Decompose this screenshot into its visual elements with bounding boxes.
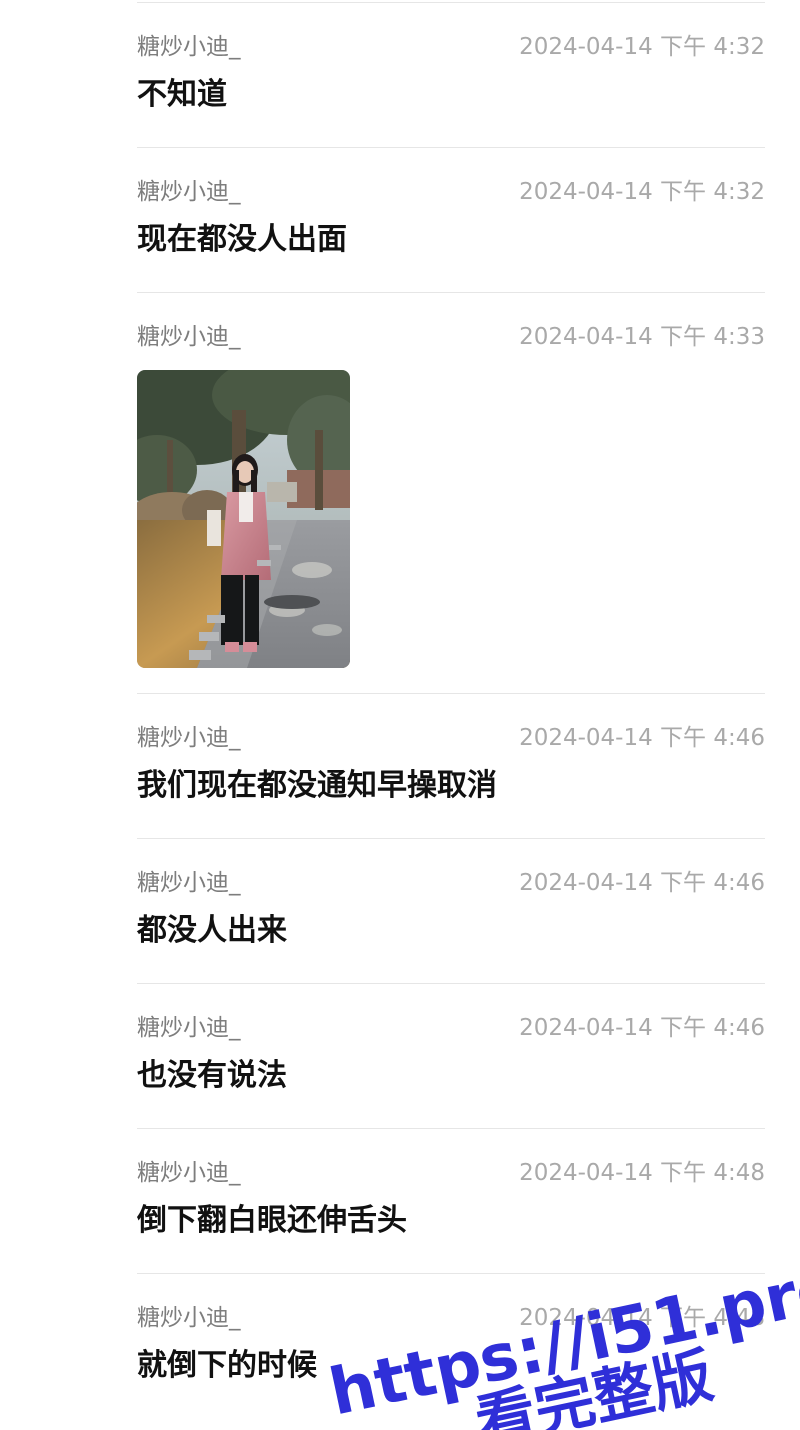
divider — [137, 2, 765, 3]
chat-message-list: 糖炒小迪_ 2024-04-14 下午 4:32 不知道 糖炒小迪_ 2024-… — [0, 0, 800, 1430]
message-timestamp: 2024-04-14 下午 4:46 — [519, 725, 765, 751]
divider — [137, 1273, 765, 1274]
message-item[interactable]: 糖炒小迪_ 2024-04-14 下午 4:46 都没人出来 — [137, 868, 765, 958]
message-text: 现在都没人出面 — [137, 222, 347, 257]
divider — [137, 1128, 765, 1129]
message-timestamp: 2024-04-14 下午 4:48 — [519, 1160, 765, 1186]
sender-name[interactable]: 糖炒小迪_ — [137, 868, 241, 898]
divider — [137, 838, 765, 839]
sender-name[interactable]: 糖炒小迪_ — [137, 1013, 241, 1043]
message-item[interactable]: 糖炒小迪_ 2024-04-14 下午 4:46 我们现在都没通知早操取消 — [137, 723, 765, 813]
message-item[interactable]: 糖炒小迪_ 2024-04-14 下午 4:48 倒下翻白眼还伸舌头 — [137, 1158, 765, 1248]
message-timestamp: 2024-04-14 下午 4:32 — [519, 34, 765, 60]
message-item[interactable]: 糖炒小迪_ 2024-04-14 下午 4:46 也没有说法 — [137, 1013, 765, 1103]
photo-woman-pink-coat-park — [137, 370, 350, 668]
message-timestamp: 2024-04-14 下午 4:32 — [519, 179, 765, 205]
message-text: 我们现在都没通知早操取消 — [137, 768, 497, 803]
message-item[interactable]: 糖炒小迪_ 2024-04-14 下午 4:32 不知道 — [137, 32, 765, 122]
divider — [137, 983, 765, 984]
message-timestamp: 2024-04-14 下午 4:48 — [519, 1305, 765, 1331]
message-text: 都没人出来 — [137, 913, 287, 948]
message-text: 就倒下的时候 — [137, 1348, 317, 1383]
sender-name[interactable]: 糖炒小迪_ — [137, 723, 241, 753]
message-item[interactable]: 糖炒小迪_ 2024-04-14 下午 4:33 — [137, 322, 765, 672]
message-timestamp: 2024-04-14 下午 4:46 — [519, 1015, 765, 1041]
message-text: 不知道 — [137, 77, 227, 112]
message-timestamp: 2024-04-14 下午 4:46 — [519, 870, 765, 896]
sender-name[interactable]: 糖炒小迪_ — [137, 177, 241, 207]
message-text: 也没有说法 — [137, 1058, 287, 1093]
message-text: 倒下翻白眼还伸舌头 — [137, 1203, 407, 1238]
sender-name[interactable]: 糖炒小迪_ — [137, 1303, 241, 1333]
message-timestamp: 2024-04-14 下午 4:33 — [519, 324, 765, 350]
divider — [137, 147, 765, 148]
sender-name[interactable]: 糖炒小迪_ — [137, 322, 241, 352]
sender-name[interactable]: 糖炒小迪_ — [137, 1158, 241, 1188]
divider — [137, 693, 765, 694]
divider — [137, 292, 765, 293]
message-item[interactable]: 糖炒小迪_ 2024-04-14 下午 4:48 就倒下的时候 — [137, 1303, 765, 1393]
sender-name[interactable]: 糖炒小迪_ — [137, 32, 241, 62]
message-photo[interactable] — [137, 370, 350, 668]
message-item[interactable]: 糖炒小迪_ 2024-04-14 下午 4:32 现在都没人出面 — [137, 177, 765, 267]
